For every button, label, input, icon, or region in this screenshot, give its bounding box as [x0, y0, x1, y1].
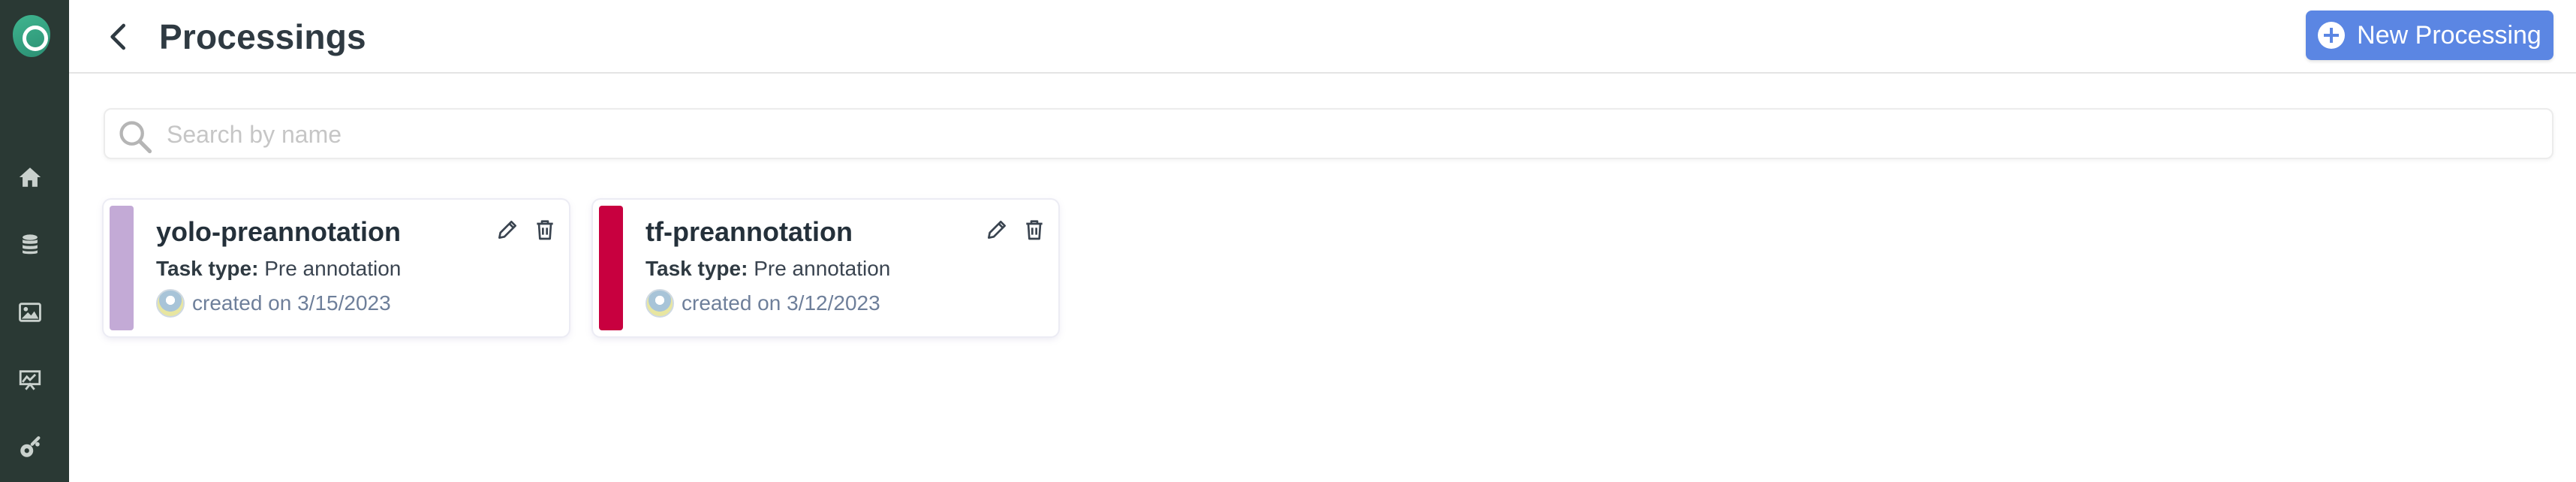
task-type-label: Task type: — [156, 257, 259, 280]
processing-icon[interactable] — [14, 431, 47, 464]
card-title: yolo-preannotation — [156, 216, 401, 247]
task-type-label: Task type: — [646, 257, 748, 280]
avatar — [156, 289, 185, 318]
plus-circle-icon — [2318, 22, 2346, 49]
avatar — [646, 289, 674, 318]
card-color-stripe — [599, 206, 623, 330]
new-processing-button[interactable]: New Processing — [2306, 11, 2553, 60]
search-input[interactable] — [167, 114, 2531, 155]
home-icon[interactable] — [14, 161, 47, 194]
delete-icon[interactable] — [1021, 216, 1048, 243]
edit-icon[interactable] — [983, 216, 1010, 243]
search-icon — [119, 121, 152, 154]
created-date: created on 3/12/2023 — [682, 291, 880, 315]
delete-icon[interactable] — [531, 216, 558, 243]
card-task-type: Task type: Pre annotation — [156, 257, 401, 281]
card-meta: created on 3/15/2023 — [156, 288, 391, 318]
database-icon[interactable] — [14, 228, 47, 261]
card-title: tf-preannotation — [646, 216, 853, 247]
card-task-type: Task type: Pre annotation — [646, 257, 890, 281]
processing-card[interactable]: tf-preannotation Task type: Pre annotati… — [593, 200, 1058, 336]
image-icon[interactable] — [14, 296, 47, 329]
task-type-value: Pre annotation — [754, 257, 891, 280]
card-actions — [983, 216, 1048, 243]
card-color-stripe — [110, 206, 134, 330]
app-logo[interactable] — [13, 15, 50, 57]
page-title: Processings — [159, 17, 366, 56]
sidebar — [0, 0, 69, 482]
chevron-left-icon — [110, 23, 125, 50]
search-bar[interactable] — [104, 108, 2553, 159]
created-date: created on 3/15/2023 — [192, 291, 391, 315]
card-meta: created on 3/12/2023 — [646, 288, 880, 318]
back-button[interactable] — [102, 18, 135, 56]
task-type-value: Pre annotation — [264, 257, 402, 280]
card-actions — [494, 216, 558, 243]
new-processing-label: New Processing — [2357, 20, 2541, 50]
header: Processings New Processing — [69, 0, 2576, 74]
chart-icon[interactable] — [14, 363, 47, 396]
edit-icon[interactable] — [494, 216, 521, 243]
processing-card[interactable]: yolo-preannotation Task type: Pre annota… — [104, 200, 569, 336]
